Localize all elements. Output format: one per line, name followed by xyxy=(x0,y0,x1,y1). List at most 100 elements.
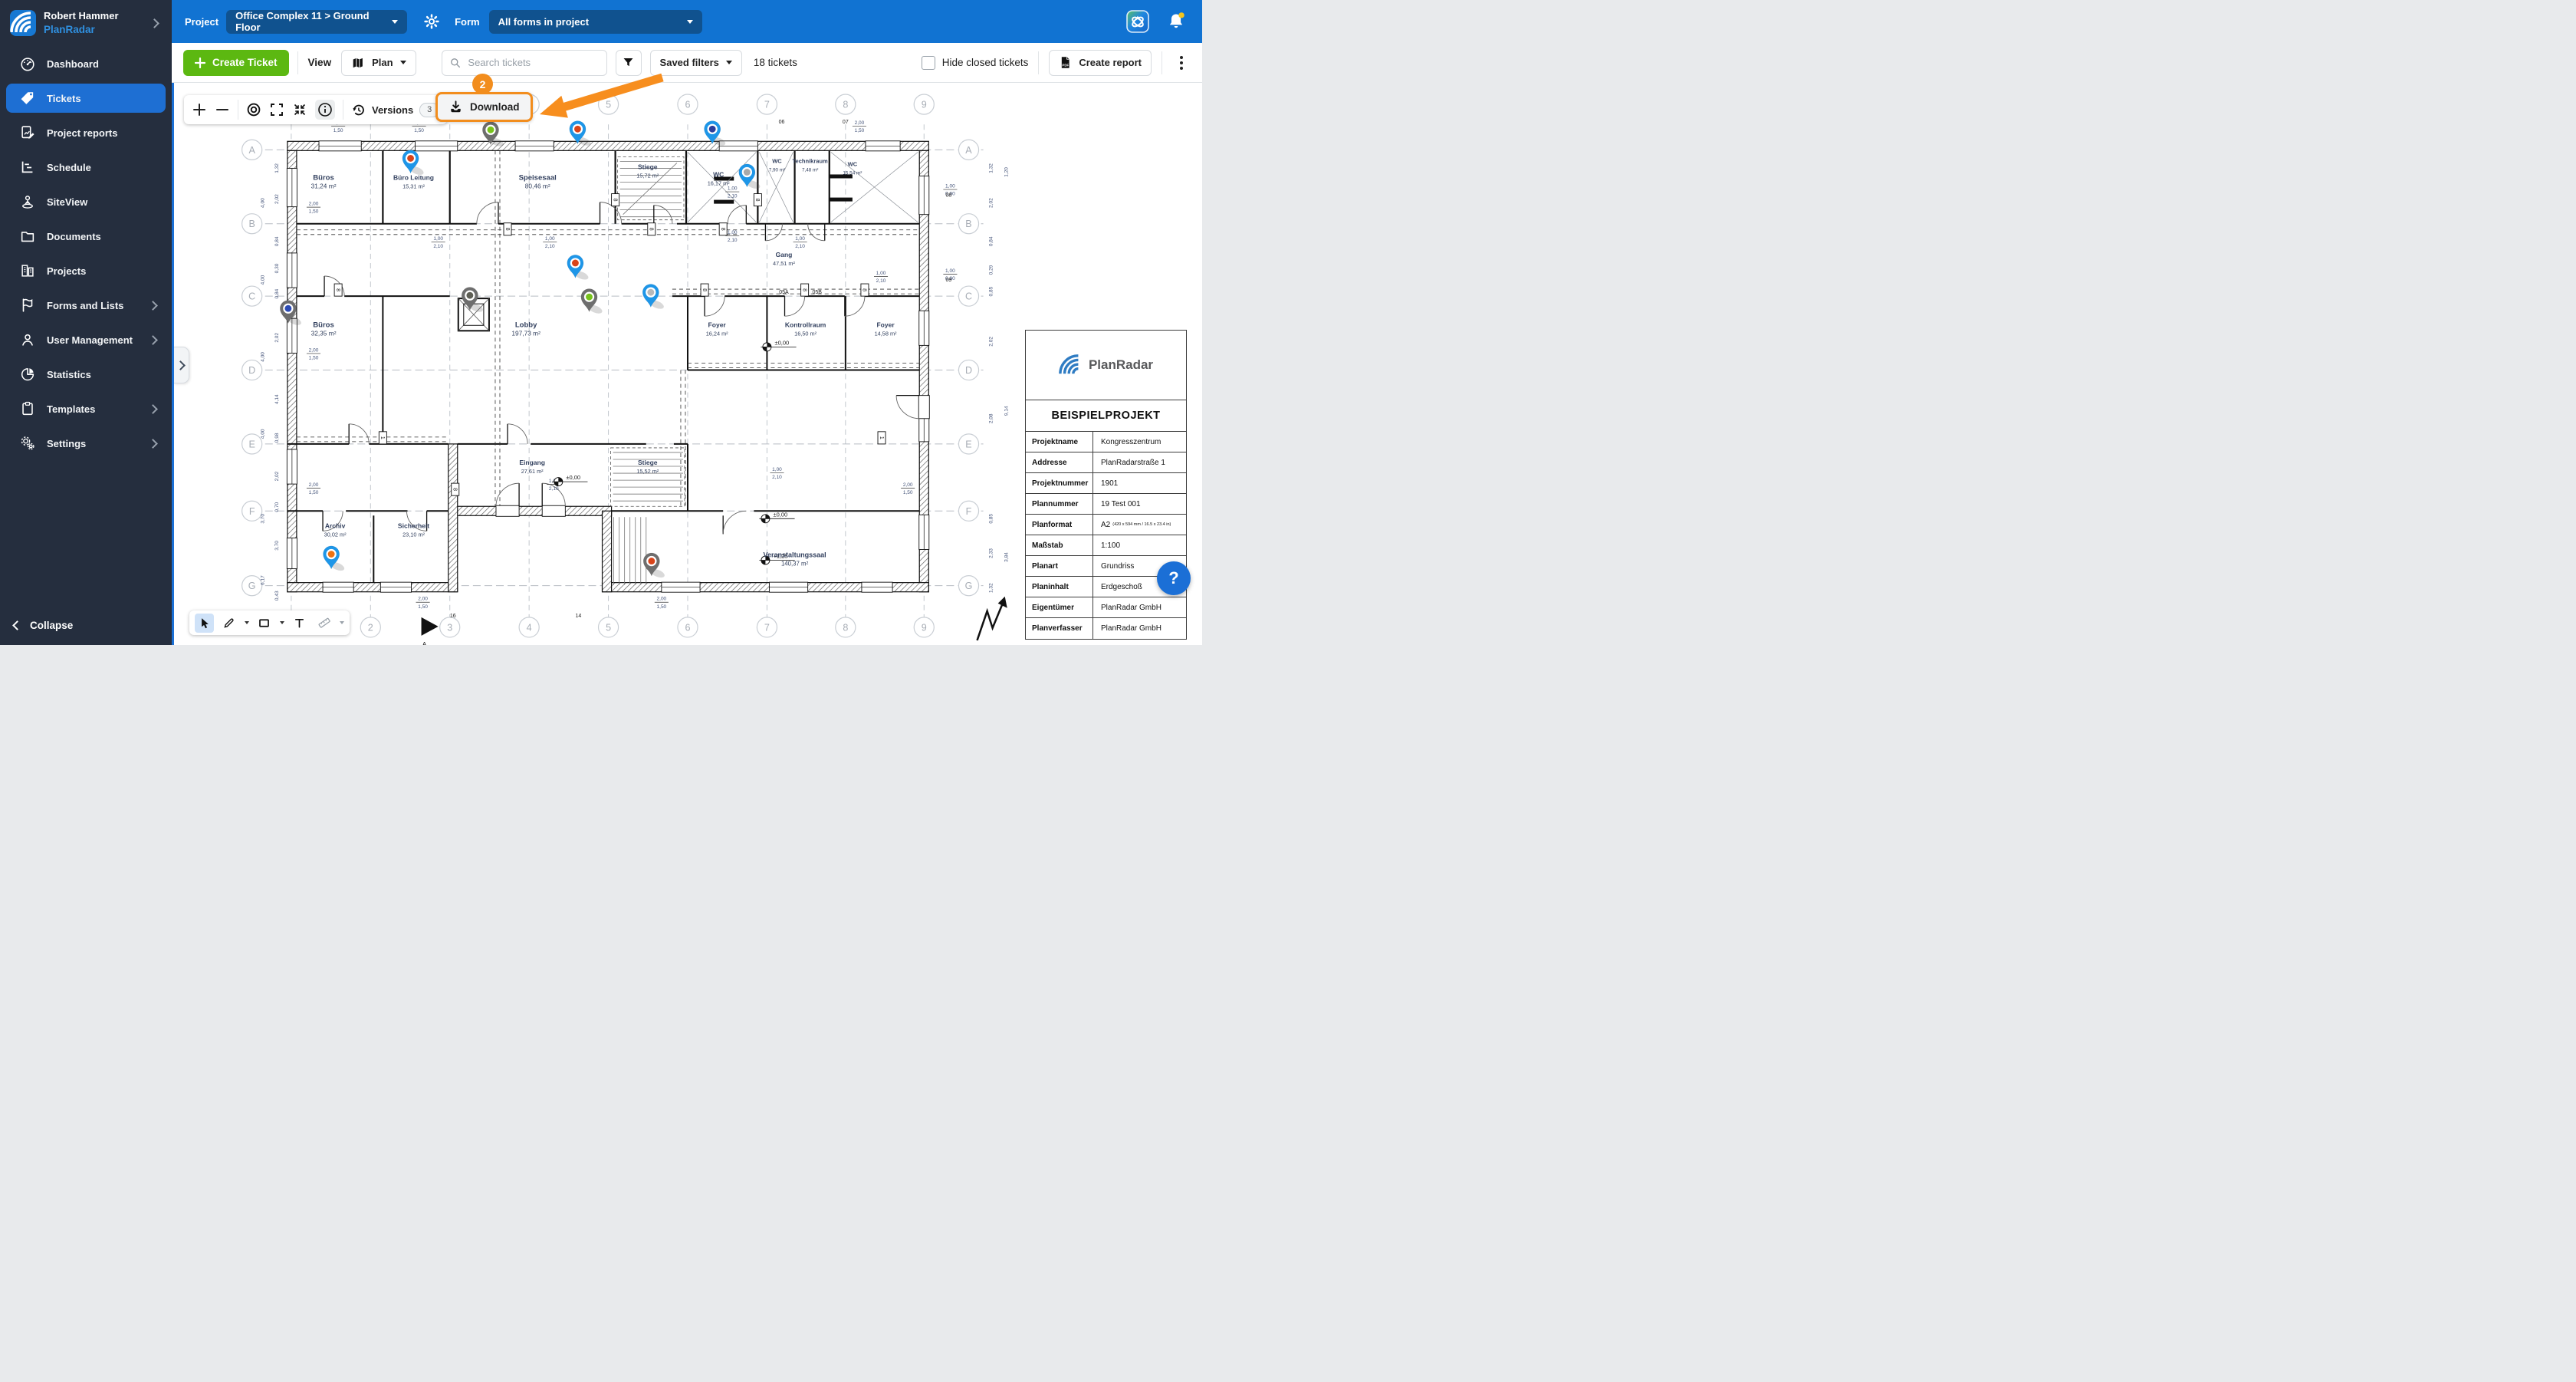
sidebar-item-label: Project reports xyxy=(47,127,118,139)
svg-text:09: 09 xyxy=(945,278,951,283)
zoom-in-button[interactable] xyxy=(192,102,207,117)
svg-text:Büro Leitung: Büro Leitung xyxy=(393,173,434,181)
svg-text:197,73 m²: 197,73 m² xyxy=(511,329,540,337)
svg-text:08: 08 xyxy=(945,193,951,199)
sidebar-item-dashboard[interactable]: Dashboard xyxy=(6,49,166,78)
project-selector[interactable]: Office Complex 11 > Ground Floor xyxy=(226,9,408,34)
chevron-right-icon xyxy=(148,439,158,449)
create-ticket-button[interactable]: Create Ticket xyxy=(183,49,289,76)
svg-text:2,10: 2,10 xyxy=(728,194,738,199)
sidebar: Robert Hammer PlanRadar Dashboard Tickets… xyxy=(0,0,172,645)
shape-options-caret[interactable] xyxy=(280,621,284,624)
bell-icon xyxy=(1169,12,1184,28)
sidebar-item-label: Settings xyxy=(47,437,87,449)
sidebar-item-projects[interactable]: Projects xyxy=(6,256,166,285)
svg-text:Büros: Büros xyxy=(313,173,334,182)
sidebar-item-user-management[interactable]: User Management xyxy=(6,325,166,354)
pen-tool-button[interactable] xyxy=(219,614,238,633)
select-tool-button[interactable] xyxy=(195,613,214,633)
text-tool-button[interactable] xyxy=(290,614,309,633)
svg-text:3: 3 xyxy=(447,622,452,633)
svg-text:15,31 m²: 15,31 m² xyxy=(402,183,425,190)
svg-text:3,70: 3,70 xyxy=(274,541,280,551)
svg-text:B: B xyxy=(248,219,255,229)
info-icon xyxy=(318,103,332,117)
sidebar-item-forms-and-lists[interactable]: Forms and Lists xyxy=(6,291,166,320)
create-report-label: Create report xyxy=(1079,57,1142,68)
svg-text:1,32: 1,32 xyxy=(274,163,280,173)
svg-text:2,10: 2,10 xyxy=(728,238,738,243)
sidebar-item-templates[interactable]: Templates xyxy=(6,394,166,423)
collapse-button[interactable]: Collapse xyxy=(0,612,172,639)
pen-options-caret[interactable] xyxy=(245,621,249,624)
plan-info-button[interactable] xyxy=(315,100,335,120)
sidebar-item-tickets[interactable]: Tickets xyxy=(6,84,166,114)
chevron-right-icon xyxy=(148,301,158,311)
create-report-button[interactable]: PDF Create report xyxy=(1049,49,1152,76)
svg-text:1,50: 1,50 xyxy=(418,604,428,610)
hide-closed-toggle[interactable]: Hide closed tickets xyxy=(921,55,1029,70)
sidebar-item-settings[interactable]: Settings xyxy=(6,429,166,458)
svg-text:6: 6 xyxy=(685,622,691,633)
form-selector[interactable]: All forms in project xyxy=(488,9,702,34)
svg-text:A: A xyxy=(248,145,255,156)
sidebar-item-siteview[interactable]: SiteView xyxy=(6,187,166,216)
search-icon xyxy=(450,58,460,67)
svg-text:4,00: 4,00 xyxy=(261,429,266,439)
versions-button[interactable]: Versions 3 xyxy=(351,102,440,117)
project-label: Project xyxy=(185,15,219,28)
svg-text:1,00: 1,00 xyxy=(945,268,955,274)
fit-view-button[interactable] xyxy=(292,102,307,117)
svg-text:140,37 m²: 140,37 m² xyxy=(781,561,809,568)
svg-text:1,50: 1,50 xyxy=(414,128,424,133)
svg-text:2,10: 2,10 xyxy=(876,278,886,284)
notifications-button[interactable] xyxy=(1166,12,1186,31)
sidebar-item-schedule[interactable]: Schedule xyxy=(6,153,166,182)
hide-closed-label: Hide closed tickets xyxy=(941,57,1029,68)
svg-text:14,58 m²: 14,58 m² xyxy=(875,330,897,337)
help-button[interactable]: ? xyxy=(1157,561,1191,595)
search-input[interactable] xyxy=(466,56,599,69)
measure-tool-button[interactable] xyxy=(314,614,334,633)
svg-text:16,24 m²: 16,24 m² xyxy=(706,330,728,337)
view-mode-selector[interactable]: Plan xyxy=(341,49,416,76)
zoom-out-button[interactable] xyxy=(215,102,230,117)
fullscreen-button[interactable] xyxy=(269,102,284,117)
focus-button[interactable] xyxy=(246,102,261,117)
svg-text:4,14: 4,14 xyxy=(274,394,280,404)
hide-closed-checkbox[interactable] xyxy=(921,55,935,70)
saved-filters-button[interactable]: Saved filters xyxy=(649,49,742,76)
title-block-row: Addresse PlanRadarstraße 1 xyxy=(1026,452,1186,473)
funnel-icon xyxy=(623,58,633,67)
svg-text:Archiv: Archiv xyxy=(325,522,346,529)
shape-tool-button[interactable] xyxy=(255,614,274,633)
sidebar-item-project-reports[interactable]: Project reports xyxy=(6,118,166,147)
svg-text:8: 8 xyxy=(754,199,760,202)
svg-text:7: 7 xyxy=(764,622,770,633)
svg-text:1,00: 1,00 xyxy=(876,271,886,276)
sidebar-item-label: Statistics xyxy=(47,368,91,380)
svg-text:G: G xyxy=(248,581,256,591)
app-switcher-button[interactable] xyxy=(1126,10,1149,33)
panel-expander[interactable] xyxy=(174,347,189,383)
svg-text:Stiege: Stiege xyxy=(638,163,658,170)
users-icon xyxy=(19,331,36,348)
project-settings-button[interactable] xyxy=(424,14,439,29)
account-switcher[interactable]: Robert Hammer PlanRadar xyxy=(0,0,172,44)
svg-text:07: 07 xyxy=(843,120,849,125)
svg-text:0,70: 0,70 xyxy=(274,502,280,512)
title-block-logo: PlanRadar xyxy=(1026,331,1186,400)
svg-text:Foyer: Foyer xyxy=(876,321,895,328)
sidebar-item-statistics[interactable]: Statistics xyxy=(6,360,166,389)
svg-text:Sicherheit: Sicherheit xyxy=(398,522,429,529)
more-options-button[interactable] xyxy=(1172,51,1191,74)
svg-text:2,00: 2,00 xyxy=(855,120,865,126)
plan-canvas[interactable]: A 345678923456789AABBCCDDEEFFGG 4,004,00… xyxy=(172,83,1202,645)
download-button[interactable]: Download xyxy=(435,92,533,122)
filter-button[interactable] xyxy=(615,49,642,76)
svg-text:1,00: 1,00 xyxy=(545,236,555,242)
svg-text:Technikraum: Technikraum xyxy=(793,157,829,164)
sidebar-item-documents[interactable]: Documents xyxy=(6,222,166,251)
documents-icon xyxy=(19,228,36,245)
measure-options-caret[interactable] xyxy=(340,621,344,624)
